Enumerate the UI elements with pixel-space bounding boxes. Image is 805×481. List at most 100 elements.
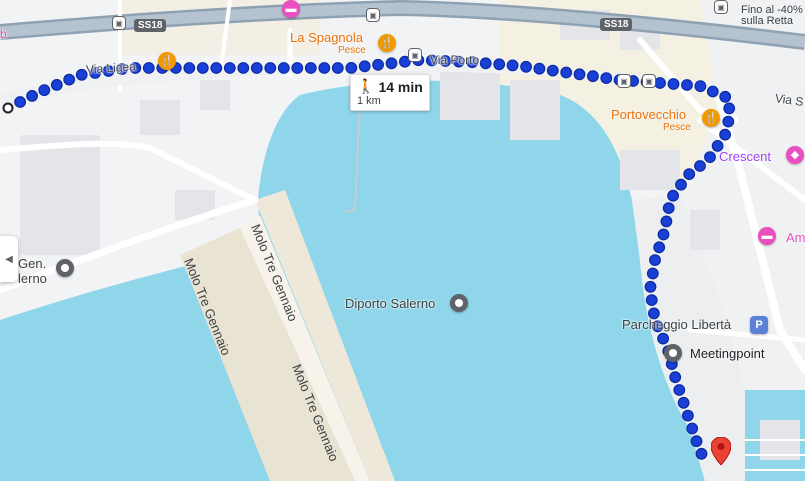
route-dot [345, 62, 358, 74]
route-dot [196, 62, 209, 74]
landmark-icon[interactable] [56, 259, 74, 277]
route-dot [667, 78, 680, 90]
map-canvas[interactable]: SS18 SS18 ▣ ▣ ▣ ▣ ▣ ▣ Via Ligea Via Port… [0, 0, 805, 481]
ss18-shield-left: SS18 [134, 19, 167, 32]
fork-knife-icon[interactable]: 🍴 [702, 109, 720, 127]
route-dot [560, 66, 573, 79]
route-dot [50, 78, 63, 91]
route-dot [657, 332, 669, 345]
poi-am-name[interactable]: Am [786, 230, 805, 245]
route-dot [587, 70, 599, 83]
bus-icon[interactable]: ▣ [366, 8, 380, 22]
red-pin-icon[interactable] [711, 437, 731, 465]
bus-icon[interactable]: ▣ [112, 16, 126, 30]
route-distance: 1 km [357, 95, 381, 107]
route-dot [677, 396, 690, 409]
bed-icon[interactable]: ▬ [758, 227, 776, 245]
route-dot [358, 60, 371, 73]
route-dot [657, 228, 670, 241]
route-dot [600, 72, 613, 84]
walking-person-icon: 🚶 [357, 78, 375, 94]
route-dot [385, 57, 398, 70]
route-dot [38, 84, 51, 97]
poi-portovecchio-category: Pesce [663, 122, 691, 133]
route-dot [694, 160, 706, 172]
route-dot [686, 422, 699, 435]
ss18-shield-right: SS18 [600, 18, 633, 31]
route-start-marker [2, 102, 14, 114]
bus-icon[interactable]: ▣ [714, 0, 728, 14]
route-dot [520, 60, 532, 73]
route-dot [573, 68, 586, 81]
route-dot [63, 73, 76, 86]
route-dot [533, 62, 546, 75]
poi-gen-line2: lerno [18, 271, 47, 286]
route-dot [681, 79, 693, 91]
route-dot [291, 62, 304, 74]
route-time: 14 min [378, 78, 423, 95]
route-dot [26, 89, 38, 102]
route-dot [304, 62, 317, 74]
route-dot [14, 96, 27, 108]
parking-icon[interactable]: P [750, 316, 768, 334]
route-dot [479, 57, 492, 70]
landmark-icon[interactable] [450, 294, 468, 312]
route-dot [250, 62, 263, 74]
route-dot [719, 90, 732, 103]
route-dot [646, 267, 659, 280]
route-dot [372, 58, 385, 71]
fork-knife-icon[interactable]: 🍴 [378, 34, 396, 52]
route-dot [719, 128, 731, 141]
route-dot [493, 58, 506, 71]
poi-diporto-salerno-name[interactable]: Diporto Salerno [345, 296, 435, 311]
route-dot [675, 178, 687, 191]
route-dot [142, 62, 155, 74]
road-label-via-porto: Via Porto [430, 53, 480, 67]
parking-symbol: P [755, 318, 763, 331]
corner-note-line2: sulla Retta [741, 15, 793, 27]
poi-gen-line1: Gen. [18, 256, 47, 271]
route-dot [695, 447, 708, 460]
landmark-icon[interactable] [664, 344, 682, 362]
chevron-left-icon[interactable]: ◀ [0, 236, 18, 282]
route-dot [706, 85, 719, 98]
route-dot [662, 202, 675, 215]
route-dot [644, 280, 657, 293]
poi-la-spagnola-name[interactable]: La Spagnola [290, 30, 363, 45]
route-dot [649, 254, 661, 267]
route-time-callout[interactable]: 🚶 14 min 1 km [350, 74, 430, 111]
bus-icon[interactable]: ▣ [617, 74, 631, 88]
route-dot [654, 77, 666, 89]
route-dot [704, 151, 716, 164]
route-dot [645, 294, 658, 307]
shopping-icon[interactable]: ◆ [786, 146, 804, 164]
route-dot [673, 384, 686, 396]
route-dot [690, 435, 703, 448]
route-dot [210, 62, 223, 74]
poi-parcheggio-liberta-name[interactable]: Parcheggio Libertà [622, 317, 731, 332]
route-dot [237, 62, 250, 74]
poi-meetingpoint-name[interactable]: Meetingpoint [690, 346, 764, 361]
route-dot [546, 64, 559, 77]
bus-icon[interactable]: ▣ [642, 74, 656, 88]
route-dot [653, 241, 666, 254]
route-dot [318, 62, 331, 74]
route-dot [682, 409, 694, 422]
route-dot [669, 371, 682, 384]
poi-la-spagnola-category: Pesce [338, 45, 366, 56]
bus-icon[interactable]: ▣ [408, 48, 422, 62]
fork-knife-icon[interactable]: 🍴 [158, 52, 176, 70]
route-dot [683, 168, 696, 181]
route-dot [722, 115, 735, 128]
poi-portovecchio-name[interactable]: Portovecchio [611, 107, 686, 122]
route-dot [723, 102, 736, 115]
bed-icon[interactable]: ▬ [282, 0, 300, 18]
route-dot [183, 62, 196, 74]
route-dot [660, 215, 673, 228]
route-dot [223, 62, 236, 74]
route-dot [331, 62, 344, 74]
route-dot [277, 62, 290, 74]
poi-crescent-name[interactable]: Crescent [719, 149, 771, 164]
route-dot [264, 62, 277, 74]
route-dot [667, 189, 679, 202]
